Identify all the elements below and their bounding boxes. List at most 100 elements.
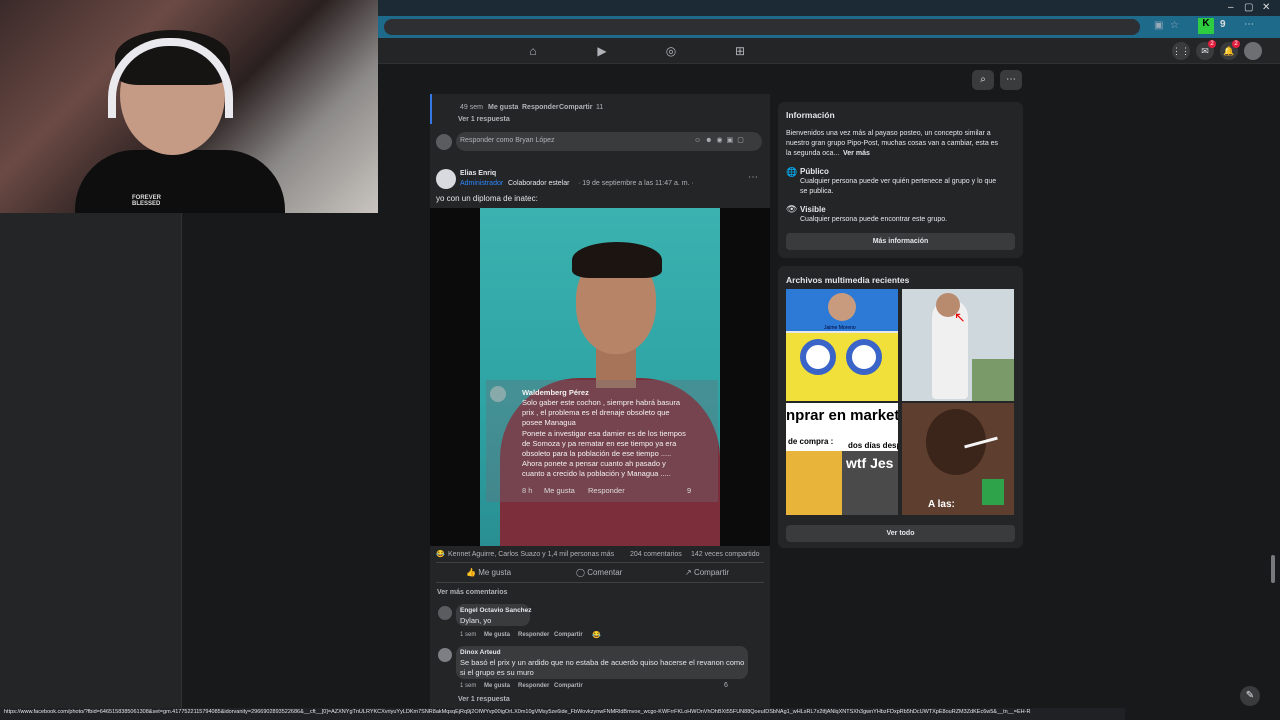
video-icon[interactable]: ▶ (594, 44, 610, 58)
eye-icon: 👁 (786, 204, 798, 214)
feed-column: 49 sem Me gusta Responder Compartir 11 V… (430, 94, 770, 708)
like-button-label: Me gusta (478, 568, 512, 577)
more-comments-link[interactable]: Ver más comentarios (437, 589, 507, 596)
media-thumbnail[interactable]: nprar en marketpla de compra : dos días … (786, 403, 898, 515)
reply-input[interactable]: Responder como Bryan López ☺☻◉▣▢ (456, 132, 762, 151)
share-button[interactable]: ↗ Compartir (685, 568, 729, 577)
post-menu-icon[interactable]: ⋯ (748, 172, 758, 183)
post-date[interactable]: · 19 de septiembre a las 11:47 a. m. · (578, 180, 694, 187)
post-photo[interactable]: Waldemberg Pérez Solo gaber este cochon … (430, 208, 770, 546)
more-options-icon[interactable]: ⋯ (1000, 70, 1022, 90)
maximize-icon[interactable]: ▢ (1244, 2, 1253, 13)
comment-reply[interactable]: Responder (518, 632, 549, 638)
see-more-link[interactable]: Ver más (843, 150, 870, 157)
comment-text: si el grupo es su muro (460, 668, 534, 677)
webcam-shirt-line-2: BLESSED (132, 201, 161, 207)
public-title: Público (800, 167, 829, 176)
comment-avatar[interactable] (438, 648, 452, 662)
reactions-summary[interactable]: Kennet Aguirre, Carlos Suazo y 1,4 mil p… (448, 551, 614, 558)
overlay-like: Me gusta (544, 486, 575, 495)
thumb-eye-right (846, 339, 882, 375)
extension-nine-icon[interactable]: 9 (1220, 19, 1226, 30)
webcam-overlay: FOREVER BLESSED (0, 0, 378, 213)
comment-avatar[interactable] (438, 606, 452, 620)
groups-icon[interactable]: ◎ (663, 44, 679, 58)
notifications-badge: 2 (1232, 40, 1240, 48)
thumb-panel (786, 451, 842, 515)
thumb-caption: nprar en marketpla (786, 407, 898, 424)
overlay-line: obsoleto para la población de ese tiempo… (522, 449, 672, 458)
media-title: Archivos multimedia recientes (786, 275, 910, 285)
overlay-line: Solo gaber este cochon , siempre habrá b… (522, 398, 681, 407)
thumb-eye-left (800, 339, 836, 375)
like-button[interactable]: 👍 Me gusta (466, 568, 511, 577)
share-button-label: Compartir (693, 568, 730, 577)
extension-k-icon[interactable]: K (1198, 18, 1214, 34)
gaming-icon[interactable]: ⊞ (732, 44, 748, 58)
public-description: se publica. (800, 188, 834, 195)
media-thumbnail[interactable]: ↖ (902, 289, 1014, 401)
bookmark-star-icon[interactable]: ☆ (1170, 20, 1179, 31)
comment-see-reply[interactable]: Ver 1 respuesta (458, 696, 510, 703)
thumb-caption: dos días despu (848, 441, 898, 450)
overlay-line: Ponete a investigar esa damier es de los… (522, 429, 686, 438)
comment-like[interactable]: Me gusta (484, 683, 510, 689)
new-message-icon[interactable]: ✎ (1240, 686, 1260, 706)
prev-see-reply[interactable]: Ver 1 respuesta (458, 116, 510, 123)
url-field[interactable] (384, 19, 1140, 35)
comment-author[interactable]: Dinox Arteud (460, 649, 501, 656)
media-thumbnail[interactable]: A las: (902, 403, 1014, 515)
page-scrollbar[interactable] (1271, 555, 1275, 583)
thumb-can (982, 479, 1004, 505)
home-icon[interactable]: ⌂ (525, 44, 541, 58)
comment-author[interactable]: Engel Octavio Sanchez (460, 607, 532, 614)
prev-comment-time: 49 sem (460, 104, 483, 111)
minimize-icon[interactable]: – (1228, 2, 1234, 13)
post-author-avatar[interactable] (436, 169, 456, 189)
reader-icon[interactable]: ▣ (1154, 20, 1163, 31)
comment-reactions-count: 6 (724, 682, 728, 689)
visible-description: Cualquier persona puede encontrar este g… (800, 216, 948, 223)
thumb-caption: A las: (928, 499, 955, 510)
overlay-reply: Responder (588, 486, 625, 495)
browser-status-bar: https://www.facebook.com/photo/?fbid=646… (0, 708, 1125, 720)
reactions-icon[interactable]: 😂 (436, 550, 445, 558)
close-icon[interactable]: ✕ (1262, 2, 1270, 13)
prev-comment-reactions: 11 (596, 104, 604, 111)
photo-image-area: Waldemberg Pérez Solo gaber este cochon … (480, 208, 720, 546)
comment-like[interactable]: Me gusta (484, 632, 510, 638)
left-sidebar (0, 213, 182, 708)
prev-comment-reply[interactable]: Responder (522, 104, 559, 111)
comment-reply[interactable]: Responder (518, 683, 549, 689)
overlay-line: prix , el problema es el drenaje obsolet… (522, 408, 670, 417)
prev-comment-like[interactable]: Me gusta (488, 104, 518, 111)
browser-menu-icon[interactable]: ⋯ (1244, 19, 1254, 30)
info-card: Información Bienvenidos una vez más al p… (778, 102, 1023, 258)
comment-share[interactable]: Compartir (554, 683, 583, 689)
info-title: Información (786, 110, 835, 120)
profile-avatar[interactable] (1244, 42, 1262, 60)
prev-comment-share[interactable]: Compartir (559, 104, 592, 111)
reply-input-placeholder: Responder como Bryan López (460, 137, 555, 144)
comment-button[interactable]: ◯ Comentar (576, 568, 622, 577)
comment-share[interactable]: Compartir (554, 632, 583, 638)
post-author-name[interactable]: Elias Enriq (460, 170, 496, 177)
shares-count[interactable]: 142 veces compartido (691, 551, 759, 558)
media-thumbnail[interactable]: Jaime Moreno (786, 289, 898, 401)
apps-icon[interactable]: ⋮⋮ (1172, 42, 1190, 60)
reply-tools-icons[interactable]: ☺☻◉▣▢ (694, 136, 748, 144)
comment-text: Dylan, yo (460, 616, 492, 625)
overlay-avatar (490, 386, 506, 402)
info-description: Bienvenidos una vez más al payaso posteo… (786, 130, 991, 137)
comment-button-label: Comentar (587, 568, 623, 577)
thumb-inset (972, 359, 1014, 401)
overlay-author: Waldemberg Pérez (522, 388, 589, 397)
more-info-button[interactable]: Más información (786, 233, 1015, 250)
comments-count[interactable]: 204 comentarios (630, 551, 682, 558)
search-icon[interactable]: ⌕ (972, 70, 994, 90)
see-all-button[interactable]: Ver todo (786, 525, 1015, 542)
visible-title: Visible (800, 205, 826, 214)
thumb-caption: Jaime Moreno (824, 325, 856, 331)
thumb-face (828, 293, 856, 321)
comment-time: 1 sem (460, 683, 477, 689)
